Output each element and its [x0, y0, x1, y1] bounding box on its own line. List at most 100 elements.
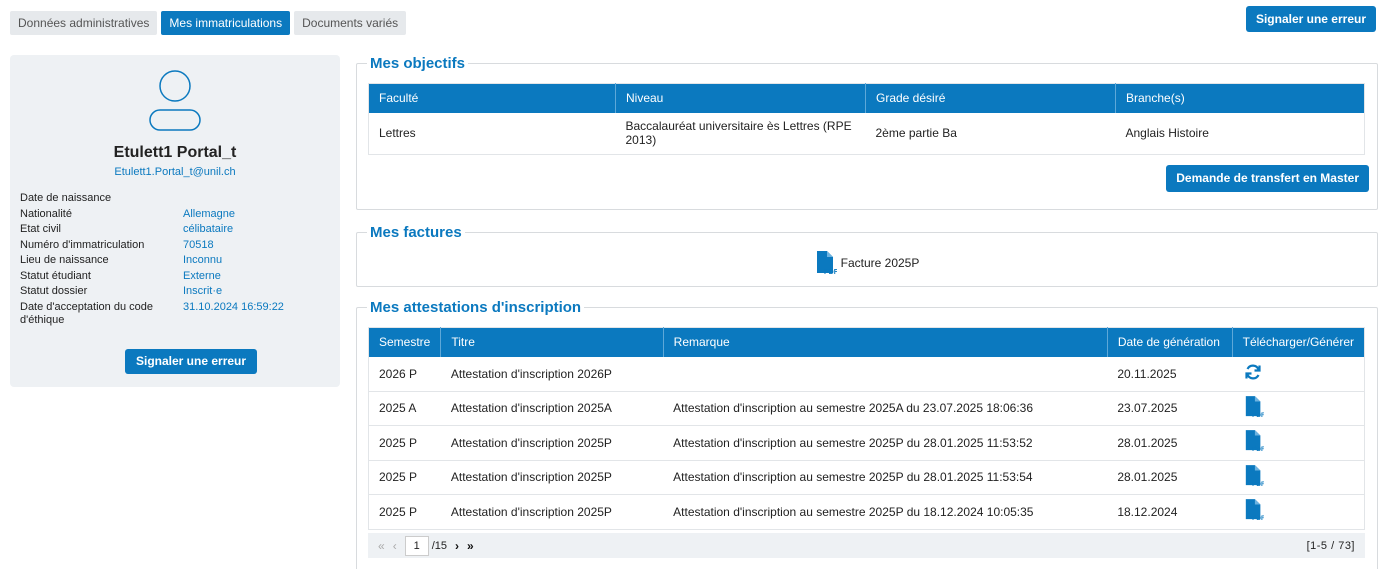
- svg-text:PDF: PDF: [1252, 412, 1264, 418]
- info-label: Etat civil: [20, 223, 61, 235]
- refresh-icon[interactable]: [1244, 363, 1262, 381]
- table-cell-semestre: 2025 A: [368, 391, 441, 426]
- table-cell-remarque: [663, 356, 1108, 392]
- info-label: Nationalité: [20, 207, 72, 220]
- info-value: 31.10.2024 16:59:22: [183, 300, 284, 313]
- table-row: 2025 A Attestation d'inscription 2025A Att…: [368, 391, 1365, 426]
- column-header: Niveau: [615, 83, 866, 113]
- info-row: Date de naissance: [20, 192, 330, 205]
- column-header: Branche(s): [1115, 83, 1365, 113]
- info-value: Inscrit·e: [183, 285, 223, 297]
- report-error-button-top[interactable]: Signaler une erreur: [1245, 6, 1376, 32]
- profile-email[interactable]: Etulett1.Portal_t@unil.ch: [10, 166, 340, 178]
- table-cell: 2ème partie Ba: [865, 112, 1116, 155]
- section-title-factures: Mes factures: [370, 224, 462, 241]
- pdf-icon[interactable]: PDF: [1244, 499, 1264, 521]
- invoice-label: Facture 2025P: [840, 256, 920, 270]
- info-label: Date de naissance: [20, 192, 112, 204]
- next-page-icon[interactable]: ›: [455, 539, 459, 553]
- info-value: 70518: [183, 238, 214, 251]
- pagination: « ‹ 1 /15 › » [1-5 / 73]: [368, 533, 1365, 558]
- record-count: [1-5 / 73]: [1306, 539, 1355, 552]
- transfer-master-button[interactable]: Demande de transfert en Master: [1166, 165, 1369, 192]
- info-label: Date d'acceptation du code d'éthique: [20, 300, 153, 326]
- pdf-icon[interactable]: PDF: [1244, 395, 1264, 418]
- info-label: Statut dossier: [20, 285, 88, 297]
- info-label: Lieu de naissance: [20, 254, 109, 266]
- pdf-icon: PDF: [816, 251, 837, 275]
- column-header: Grade désiré: [865, 83, 1116, 113]
- info-row: Nationalité Allemagne: [20, 208, 330, 221]
- profile-info: Date de naissance Nationalité Allemagne E…: [20, 192, 330, 329]
- info-value: Allemagne: [183, 207, 235, 220]
- table-cell-semestre: 2025 P: [368, 494, 441, 530]
- info-row: Etat civil célibataire: [20, 223, 330, 236]
- table-row: Lettres Baccalauréat universitaire ès Le…: [368, 112, 1365, 155]
- last-page-icon[interactable]: »: [467, 539, 474, 553]
- pdf-icon[interactable]: PDF: [1244, 464, 1264, 487]
- attestations-table: Semestre Titre Remarque Date de générati…: [368, 327, 1365, 530]
- action-cell: PDF: [1232, 425, 1365, 461]
- table-cell-remarque: Attestation d'inscription au semestre 20…: [663, 425, 1108, 461]
- column-header: Semestre: [368, 327, 442, 357]
- table-cell: Lettres: [368, 112, 616, 155]
- info-row: Numéro d'immatriculation 70518: [20, 239, 330, 252]
- svg-text:PDF: PDF: [1252, 515, 1264, 521]
- factures-section: Mes factures PDF Facture 2025P: [356, 224, 1378, 287]
- prev-page-icon[interactable]: ‹: [393, 539, 397, 553]
- column-header: Titre: [440, 327, 664, 357]
- tab-documents-varies[interactable]: Documents variés: [294, 11, 407, 35]
- attestations-section: Mes attestations d'inscription Semestre …: [356, 299, 1378, 569]
- report-error-button[interactable]: Signaler une erreur: [125, 349, 258, 374]
- action-cell: [1232, 356, 1365, 392]
- column-header: Faculté: [368, 83, 616, 113]
- table-cell-titre: Attestation d'inscription 2026P: [440, 356, 664, 392]
- table-cell-date: 28.01.2025: [1107, 460, 1233, 495]
- table-cell-titre: Attestation d'inscription 2025P: [440, 425, 664, 461]
- table-row: 2026 P Attestation d'inscription 2026P 20.…: [368, 356, 1365, 392]
- info-row: Lieu de naissance Inconnu: [20, 254, 330, 267]
- table-cell-titre: Attestation d'inscription 2025P: [440, 460, 664, 495]
- pdf-icon[interactable]: PDF: [1244, 430, 1264, 452]
- table-cell-date: 20.11.2025: [1107, 356, 1233, 392]
- user-avatar-icon: [149, 70, 201, 131]
- table-cell: Baccalauréat universitaire ès Lettres (R…: [615, 112, 866, 155]
- table-cell: Anglais Histoire: [1115, 112, 1365, 155]
- table-row: 2025 P Attestation d'inscription 2025P Att…: [368, 460, 1365, 495]
- table-cell-semestre: 2025 P: [368, 425, 441, 461]
- table-cell-titre: Attestation d'inscription 2025A: [440, 391, 664, 426]
- svg-text:PDF: PDF: [824, 269, 837, 275]
- svg-text:PDF: PDF: [1252, 446, 1264, 452]
- info-value: Externe: [183, 269, 221, 282]
- page-total: /15: [431, 539, 447, 552]
- table-cell-titre: Attestation d'inscription 2025P: [440, 494, 664, 530]
- info-value: Inconnu: [183, 254, 223, 266]
- column-header: Date de génération: [1107, 327, 1233, 357]
- table-cell-date: 28.01.2025: [1107, 425, 1233, 461]
- tab-donnees-administratives[interactable]: Données administratives: [10, 11, 158, 35]
- table-cell-remarque: Attestation d'inscription au semestre 20…: [663, 460, 1108, 495]
- action-cell: PDF: [1232, 494, 1365, 530]
- info-value: célibataire: [183, 223, 234, 235]
- invoice-link[interactable]: PDF Facture 2025P: [357, 241, 1377, 285]
- info-row: Date d'acceptation du code d'éthique 31.1…: [20, 301, 330, 327]
- column-header: Télécharger/Générer: [1232, 327, 1365, 357]
- info-label: Statut étudiant: [20, 269, 91, 282]
- first-page-icon[interactable]: «: [378, 539, 385, 553]
- table-cell-remarque: Attestation d'inscription au semestre 20…: [663, 494, 1108, 530]
- info-row: Statut dossier Inscrit·e: [20, 285, 330, 298]
- section-title-attestations: Mes attestations d'inscription: [370, 299, 582, 316]
- tab-bar: Données administratives Mes immatriculat…: [10, 11, 407, 35]
- info-row: Statut étudiant Externe: [20, 270, 330, 283]
- section-title-objectifs: Mes objectifs: [370, 55, 466, 72]
- table-cell-semestre: 2026 P: [368, 356, 441, 392]
- column-header: Remarque: [663, 327, 1108, 357]
- profile-panel: Etulett1 Portal_t Etulett1.Portal_t@unil…: [10, 55, 340, 387]
- tab-mes-immatriculations[interactable]: Mes immatriculations: [161, 11, 291, 35]
- objectifs-table: Faculté Niveau Grade désiré Branche(s) L…: [368, 83, 1365, 155]
- action-cell: PDF: [1232, 391, 1365, 426]
- action-cell: PDF: [1232, 460, 1365, 495]
- page-input[interactable]: 1: [404, 535, 429, 556]
- objectifs-section: Mes objectifs Faculté Niveau Grade désir…: [356, 55, 1378, 210]
- table-row: 2025 P Attestation d'inscription 2025P Att…: [368, 425, 1365, 461]
